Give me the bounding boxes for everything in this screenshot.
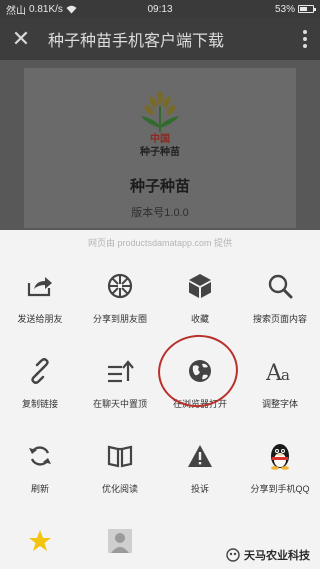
search-page-button[interactable]: 搜索页面内容: [240, 266, 320, 325]
search-page-label: 搜索页面内容: [252, 314, 307, 324]
wifi-icon: [66, 5, 77, 13]
pin-to-chat-top-button[interactable]: 在聊天中置顶: [80, 351, 160, 410]
complain-label: 投诉: [190, 484, 209, 494]
battery-icon: [298, 5, 316, 13]
share-to-friend-button[interactable]: 发送给朋友: [0, 266, 80, 325]
warning-icon: [180, 436, 220, 476]
title-bar: ✕ 种子种苗手机客户端下载: [0, 18, 320, 60]
share-to-moments-label: 分享到朋友圈: [92, 314, 147, 324]
refresh-icon: [20, 436, 60, 476]
status-right: 53%: [274, 3, 316, 15]
status-bar: 然山 0.81K/s 09:13 53%: [0, 0, 320, 18]
globe-icon: [180, 351, 220, 391]
app-logo: 中国 种子种苗: [139, 91, 180, 158]
battery-percent: 53%: [274, 3, 295, 15]
share-forward-icon: [20, 266, 60, 306]
contact-button[interactable]: [80, 521, 160, 561]
extra-app-button[interactable]: [0, 521, 80, 561]
optimize-reading-label: 优化阅读: [101, 484, 138, 494]
refresh-button[interactable]: 刷新: [0, 436, 80, 495]
logo-text-bottom: 种子种苗: [139, 145, 180, 158]
share-to-qq-label: 分享到手机QQ: [250, 484, 310, 494]
carrier-label: 然山: [6, 5, 26, 17]
adjust-font-button[interactable]: Aa 调整字体: [240, 351, 320, 410]
provider-text: 网页由 productsdamatapp.com 提供: [87, 238, 233, 248]
avatar-placeholder-icon: [100, 521, 140, 561]
share-to-qq-button[interactable]: 分享到手机QQ: [240, 436, 320, 495]
refresh-label: 刷新: [30, 484, 49, 494]
font-size-icon: Aa: [260, 351, 300, 391]
optimize-reading-button[interactable]: 优化阅读: [80, 436, 160, 495]
search-icon: [260, 266, 300, 306]
reading-book-icon: [100, 436, 140, 476]
copy-link-label: 复制链接: [21, 399, 58, 409]
app-name: 种子种苗: [129, 178, 190, 195]
watermark: 天马农业科技: [226, 547, 310, 563]
star-app-icon: [20, 521, 60, 561]
pin-to-top-icon: [100, 351, 140, 391]
open-in-browser-button[interactable]: 在浏览器打开: [160, 351, 240, 410]
open-in-browser-label: 在浏览器打开: [172, 399, 227, 409]
favorite-button[interactable]: 收藏: [160, 266, 240, 325]
copy-link-button[interactable]: 复制链接: [0, 351, 80, 410]
adjust-font-label: 调整字体: [261, 399, 298, 409]
qq-penguin-icon: [260, 436, 300, 476]
moments-icon: [100, 266, 140, 306]
svg-text:a: a: [281, 366, 290, 382]
close-icon[interactable]: ✕: [0, 18, 42, 60]
app-version: 版本号1.0.0: [131, 207, 189, 219]
complain-button[interactable]: 投诉: [160, 436, 240, 495]
status-left: 然山 0.81K/s: [6, 2, 275, 17]
action-sheet: 网页由 productsdamatapp.com 提供 发送给朋友 分享到朋友圈…: [0, 230, 320, 569]
share-to-friend-label: 发送给朋友: [17, 314, 63, 324]
link-icon: [20, 351, 60, 391]
pin-to-chat-top-label: 在聊天中置顶: [92, 399, 147, 409]
network-speed: 0.81K/s: [29, 3, 63, 15]
watermark-text: 天马农业科技: [244, 550, 310, 562]
page-title: 种子种苗手机客户端下载: [48, 33, 225, 50]
more-menu-icon[interactable]: [290, 30, 320, 48]
favorite-cube-icon: [180, 266, 220, 306]
watermark-logo-icon: [226, 548, 240, 562]
share-to-moments-button[interactable]: 分享到朋友圈: [80, 266, 160, 325]
favorite-label: 收藏: [190, 314, 209, 324]
logo-text-top: 中国: [150, 132, 170, 145]
